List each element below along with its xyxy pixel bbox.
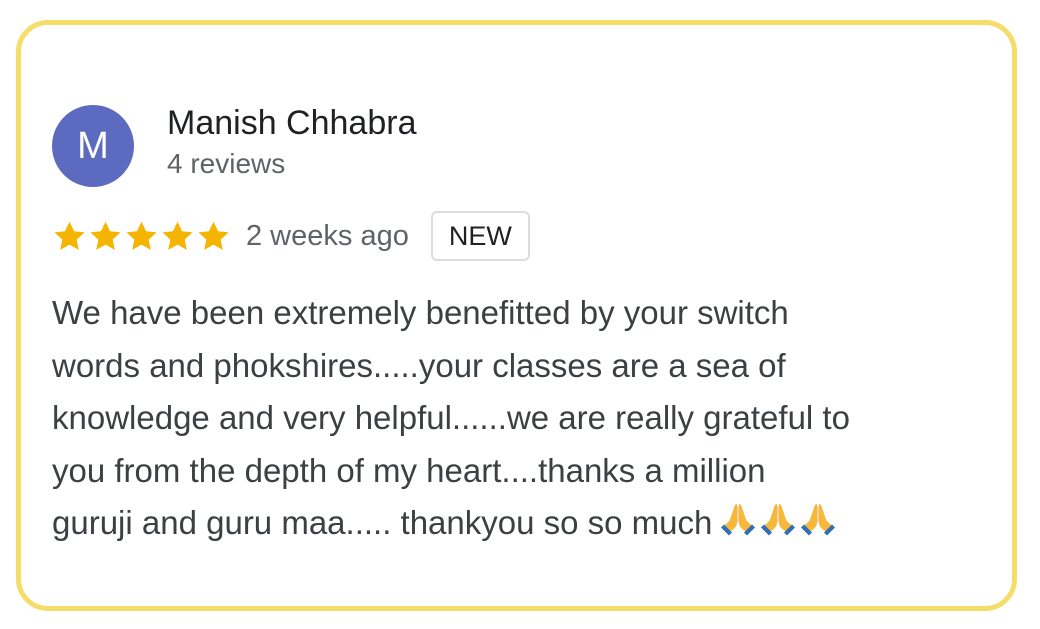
review-body: We have been extremely benefitted by you… (52, 287, 1002, 550)
star-icon (88, 219, 123, 254)
folded-hands-icon (718, 498, 758, 538)
new-badge: NEW (430, 211, 530, 261)
folded-hands-icon (758, 498, 798, 538)
star-rating (52, 219, 232, 254)
review-time: 2 weeks ago (246, 219, 409, 252)
avatar-initial: M (77, 125, 109, 167)
review-card: M Manish Chhabra 4 reviews 2 weeks ago N… (16, 20, 1017, 611)
emoji-group (718, 498, 838, 538)
folded-hands-icon (798, 498, 838, 538)
avatar[interactable]: M (52, 105, 134, 187)
review-count[interactable]: 4 reviews (167, 147, 285, 181)
star-icon (160, 219, 195, 254)
star-icon (196, 219, 231, 254)
star-icon (52, 219, 87, 254)
star-icon (124, 219, 159, 254)
reviewer-name[interactable]: Manish Chhabra (167, 103, 416, 144)
review-meta: 2 weeks ago NEW (52, 209, 530, 263)
